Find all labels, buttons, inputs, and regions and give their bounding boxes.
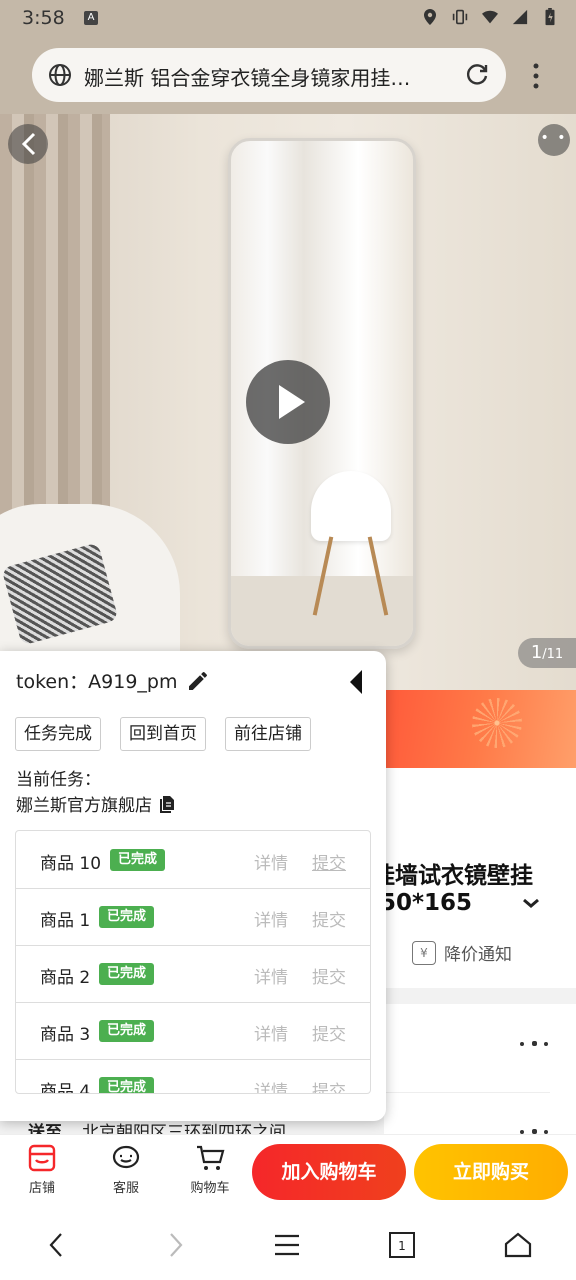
- status-badge: 已完成: [99, 1077, 155, 1093]
- svg-text:1: 1: [398, 1239, 406, 1253]
- firework-graphic: [472, 698, 522, 748]
- task-row: 商品 4 已完成 详情 提交: [16, 1059, 370, 1094]
- options-card: [384, 1004, 576, 1134]
- store-button[interactable]: 店铺: [12, 1141, 72, 1196]
- add-to-cart-button[interactable]: 加入购物车: [252, 1144, 406, 1200]
- service-button[interactable]: 客服: [96, 1141, 156, 1196]
- task-submit-link[interactable]: 提交: [312, 1077, 346, 1093]
- current-shop: 娜兰斯官方旗舰店: [16, 791, 176, 816]
- chat-icon: [112, 1145, 140, 1169]
- page-current: 1: [530, 642, 543, 663]
- bottom-action-bar: 店铺 客服 购物车 加入购物车 立即购买: [0, 1134, 576, 1209]
- vibrate-icon: [452, 9, 468, 25]
- battery-icon: [545, 8, 555, 26]
- task-detail-link[interactable]: 详情: [254, 849, 288, 874]
- browser-toolbar: 娜兰斯 铝合金穿衣镜全身镜家用挂…: [0, 38, 576, 114]
- task-name: 商品 3: [40, 1025, 91, 1045]
- promo-banner[interactable]: [384, 690, 576, 768]
- back-icon[interactable]: [8, 124, 48, 164]
- nav-tabs-icon[interactable]: 1: [387, 1230, 417, 1260]
- task-row: 商品 10 已完成 详情 提交: [16, 831, 370, 889]
- task-panel: token：A919_pm 任务完成 回到首页 前往店铺 当前任务： 娜兰斯官方…: [0, 651, 386, 1121]
- cart-icon: [197, 1145, 225, 1170]
- notification-icon: A: [84, 11, 98, 25]
- nav-home-icon[interactable]: [503, 1230, 533, 1260]
- status-badge: 已完成: [99, 906, 155, 928]
- signal-icon: [512, 9, 528, 25]
- page-total: /11: [542, 647, 564, 662]
- url-title: 娜兰斯 铝合金穿衣镜全身镜家用挂…: [84, 66, 411, 90]
- play-icon[interactable]: [246, 360, 330, 444]
- more-icon[interactable]: • •: [538, 124, 570, 156]
- product-title: 挂墙试衣镜壁挂: [372, 863, 533, 889]
- task-list: 商品 10 已完成 详情 提交 商品 1 已完成 详情 提交 商品 2 已完成 …: [15, 830, 371, 1094]
- store-label: 店铺: [28, 1181, 55, 1196]
- task-name: 商品 1: [40, 911, 91, 931]
- wifi-icon: [482, 10, 498, 24]
- product-spec: 50*165: [380, 890, 473, 916]
- service-label: 客服: [112, 1181, 139, 1196]
- task-row: 商品 1 已完成 详情 提交: [16, 888, 370, 946]
- cart-nav-button[interactable]: 购物车: [180, 1141, 240, 1196]
- current-task-label: 当前任务：: [16, 770, 101, 790]
- status-time: 3:58: [22, 7, 65, 29]
- shop-name: 娜兰斯官方旗舰店: [16, 796, 152, 816]
- image-page-indicator: 1/11: [518, 638, 576, 668]
- back-home-button[interactable]: 回到首页: [120, 717, 206, 751]
- token-value: A919_pm: [88, 671, 178, 693]
- task-submit-link[interactable]: 提交: [312, 849, 346, 874]
- task-name: 商品 10: [40, 854, 102, 874]
- task-submit-link[interactable]: 提交: [312, 1020, 346, 1045]
- task-submit-link[interactable]: 提交: [312, 963, 346, 988]
- browser-nav-bar: 1: [0, 1208, 576, 1280]
- collapse-panel-icon[interactable]: [348, 668, 364, 696]
- task-detail-link[interactable]: 详情: [254, 963, 288, 988]
- go-to-store-button[interactable]: 前往店铺: [225, 717, 311, 751]
- store-icon: [28, 1144, 56, 1172]
- task-submit-link[interactable]: 提交: [312, 906, 346, 931]
- chevron-down-icon[interactable]: [520, 894, 542, 912]
- token-display: token：A919_pm: [16, 667, 177, 694]
- task-name: 商品 4: [40, 1082, 91, 1094]
- status-badge: 已完成: [110, 849, 166, 871]
- url-bar[interactable]: 娜兰斯 铝合金穿衣镜全身镜家用挂…: [32, 48, 506, 102]
- status-bar: 3:58 A: [0, 0, 576, 38]
- edit-icon[interactable]: [186, 669, 210, 693]
- reload-icon[interactable]: [464, 62, 490, 88]
- status-icons: [422, 8, 558, 26]
- price-alert-label: 降价通知: [444, 945, 512, 965]
- browser-menu-icon[interactable]: [526, 60, 546, 92]
- nav-forward-icon[interactable]: [160, 1230, 190, 1260]
- nav-menu-icon[interactable]: [272, 1230, 302, 1260]
- token-label: token：: [16, 671, 89, 693]
- price-alert-button[interactable]: ¥ 降价通知: [412, 940, 512, 965]
- cart-label: 购物车: [190, 1181, 230, 1196]
- buy-now-button[interactable]: 立即购买: [414, 1144, 568, 1200]
- task-row: 商品 2 已完成 详情 提交: [16, 945, 370, 1003]
- price-tag-icon: ¥: [412, 940, 436, 965]
- task-name: 商品 2: [40, 968, 91, 988]
- task-detail-link[interactable]: 详情: [254, 906, 288, 931]
- status-badge: 已完成: [99, 1020, 155, 1042]
- task-complete-button[interactable]: 任务完成: [15, 717, 101, 751]
- copy-icon[interactable]: [158, 795, 176, 813]
- status-badge: 已完成: [99, 963, 155, 985]
- options-more-icon[interactable]: [520, 1040, 550, 1048]
- globe-icon: [49, 64, 71, 86]
- nav-back-icon[interactable]: [42, 1230, 72, 1260]
- task-row: 商品 3 已完成 详情 提交: [16, 1002, 370, 1060]
- task-detail-link[interactable]: 详情: [254, 1077, 288, 1093]
- location-icon: [424, 9, 436, 25]
- task-detail-link[interactable]: 详情: [254, 1020, 288, 1045]
